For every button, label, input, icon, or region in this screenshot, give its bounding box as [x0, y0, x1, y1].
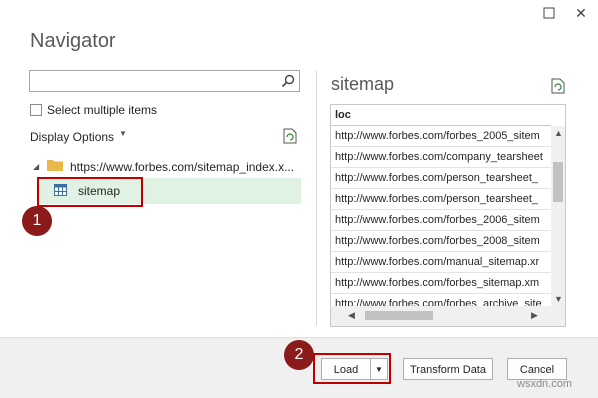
close-icon[interactable]: ✕ — [572, 4, 590, 22]
select-multiple-label: Select multiple items — [47, 103, 158, 117]
panel-divider — [316, 70, 317, 326]
cancel-button[interactable]: Cancel — [507, 358, 567, 380]
table-row: http://www.forbes.com/forbes_2008_sitem — [331, 231, 551, 252]
refresh-icon[interactable] — [551, 78, 565, 94]
vertical-scrollbar[interactable]: ▲ ▼ — [551, 126, 565, 306]
table-row: http://www.forbes.com/forbes_sitemap.xm — [331, 273, 551, 294]
scroll-left-icon[interactable]: ◀ — [348, 310, 355, 321]
scroll-right-icon[interactable]: ▶ — [531, 310, 538, 321]
transform-data-button[interactable]: Transform Data — [403, 358, 493, 380]
callout-badge-1: 1 — [22, 206, 52, 236]
scroll-down-icon[interactable]: ▼ — [554, 294, 563, 304]
tree-item-sitemap-index[interactable]: https://www.forbes.com/sitemap_index.x..… — [70, 160, 294, 174]
horizontal-scroll-thumb[interactable] — [365, 311, 433, 320]
highlight-box-load — [313, 353, 391, 384]
dialog-title: Navigator — [30, 30, 116, 52]
folder-icon — [47, 160, 63, 171]
table-row: http://www.forbes.com/person_tearsheet_ — [331, 168, 551, 189]
search-input[interactable] — [29, 70, 300, 92]
search-icon[interactable] — [281, 74, 295, 88]
tree-expand-icon[interactable]: ◢ — [33, 162, 39, 171]
display-options-button[interactable]: Display Options — [30, 130, 114, 144]
preview-table[interactable]: loc http://www.forbes.com/forbes_2005_si… — [330, 104, 566, 327]
callout-badge-2: 2 — [284, 340, 314, 370]
vertical-scroll-thumb[interactable] — [553, 162, 563, 202]
table-row: http://www.forbes.com/manual_sitemap.xr — [331, 252, 551, 273]
maximize-icon[interactable] — [540, 4, 558, 22]
horizontal-scrollbar[interactable]: ◀ ▶ — [331, 306, 565, 326]
scroll-up-icon[interactable]: ▲ — [554, 128, 563, 138]
table-row: http://www.forbes.com/company_tearsheet — [331, 147, 551, 168]
preview-title: sitemap — [331, 74, 395, 94]
column-header-loc[interactable]: loc — [331, 105, 551, 126]
highlight-box-sitemap — [37, 177, 143, 207]
table-row: http://www.forbes.com/forbes_2005_sitem — [331, 126, 551, 147]
table-row: http://www.forbes.com/forbes_2006_sitem — [331, 210, 551, 231]
watermark: wsxdn.com — [517, 378, 573, 390]
refresh-icon[interactable] — [283, 128, 297, 144]
chevron-down-icon[interactable]: ▼ — [119, 129, 127, 138]
table-row: http://www.forbes.com/person_tearsheet_ — [331, 189, 551, 210]
select-multiple-checkbox[interactable] — [30, 104, 42, 116]
